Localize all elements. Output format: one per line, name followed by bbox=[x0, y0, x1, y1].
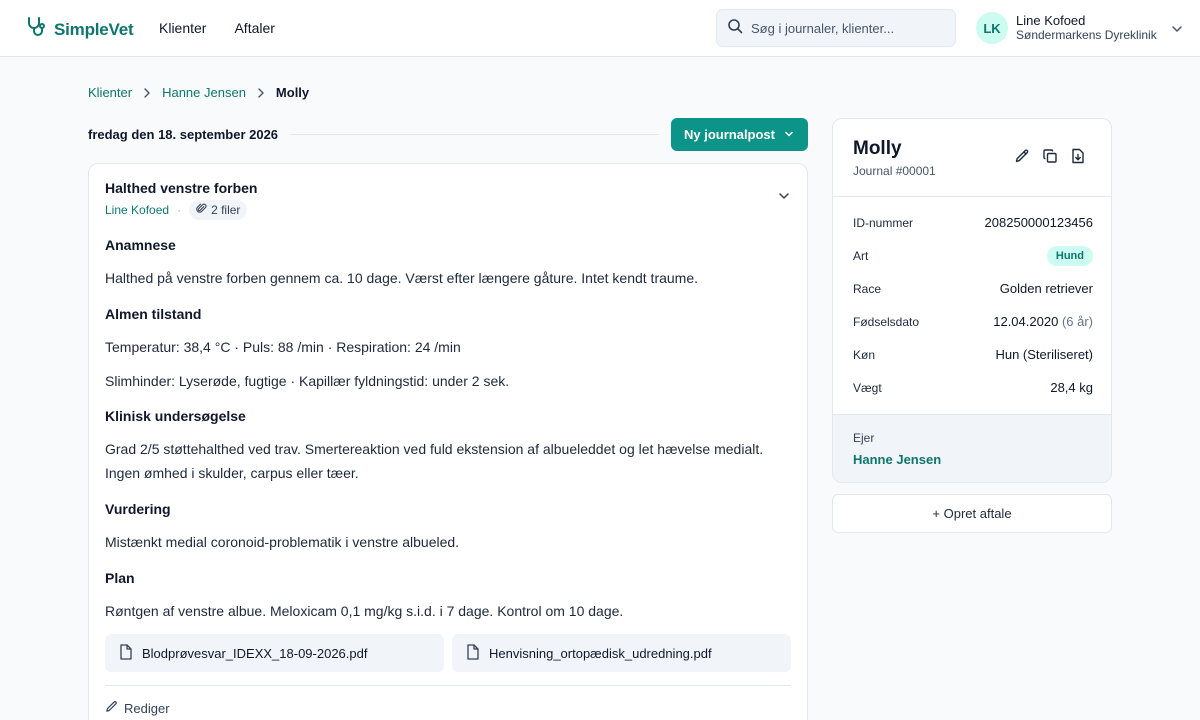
section-heading-anamnese: Anamnese bbox=[105, 237, 176, 253]
user-info: Line Kofoed Søndermarkens Dyreklinik bbox=[1016, 13, 1157, 43]
section-text-mucosa: Slimhinder: Lyserøde, fugtige · Kapillær… bbox=[105, 373, 510, 389]
app-name: SimpleVet bbox=[54, 19, 134, 39]
entry-author[interactable]: Line Kofoed bbox=[105, 203, 169, 217]
patient-journal-number: Journal #00001 bbox=[853, 164, 936, 178]
field-label: Art bbox=[853, 249, 869, 263]
user-menu[interactable]: LK Line Kofoed Søndermarkens Dyreklinik bbox=[976, 12, 1183, 44]
owner-link[interactable]: Hanne Jensen bbox=[853, 452, 941, 467]
search-box[interactable] bbox=[716, 9, 956, 47]
new-journal-entry-label: Ny journalpost bbox=[683, 127, 775, 142]
chevron-right-icon bbox=[142, 87, 152, 98]
field-breed: Race Golden retriever bbox=[853, 281, 1093, 296]
section-text-anamnese: Halthed på venstre forben gennem ca. 10 … bbox=[105, 270, 699, 286]
app-logo[interactable]: SimpleVet bbox=[26, 16, 134, 43]
main-nav: Klienter Aftaler bbox=[159, 20, 275, 36]
birthdate-value: 12.04.2020 bbox=[993, 314, 1059, 329]
field-value: Golden retriever bbox=[999, 281, 1093, 296]
edit-patient-button[interactable] bbox=[1014, 148, 1030, 164]
nav-item-aftaler[interactable]: Aftaler bbox=[234, 20, 274, 36]
file-icon bbox=[119, 643, 133, 663]
section-heading-almen-tilstand: Almen tilstand bbox=[105, 306, 202, 322]
patient-actions bbox=[1014, 148, 1086, 164]
patient-name: Molly bbox=[853, 138, 902, 159]
owner-section: Ejer Hanne Jensen bbox=[833, 414, 1111, 482]
field-value: 28,4 kg bbox=[1050, 380, 1093, 395]
journal-date: fredag den 18. september 2026 bbox=[88, 127, 279, 142]
chevron-down-icon[interactable] bbox=[1171, 22, 1183, 34]
field-value: Hun (Steriliseret) bbox=[995, 347, 1093, 362]
date-divider bbox=[290, 134, 659, 135]
nav-item-klienter[interactable]: Klienter bbox=[159, 20, 206, 36]
files-count: 2 filer bbox=[211, 203, 241, 217]
age-value: (6 år) bbox=[1061, 314, 1093, 329]
section-text-plan: Røntgen af venstre albue. Meloxicam 0,1 … bbox=[105, 603, 624, 619]
pencil-icon bbox=[1014, 148, 1030, 164]
field-label: Fødselsdato bbox=[853, 314, 920, 329]
field-label: ID-nummer bbox=[853, 215, 914, 230]
chevron-right-icon bbox=[256, 87, 266, 98]
breadcrumb-current: Molly bbox=[275, 85, 310, 100]
avatar: LK bbox=[976, 12, 1008, 44]
paperclip-icon bbox=[196, 203, 207, 217]
files-badge[interactable]: 2 filer bbox=[189, 200, 248, 220]
patient-card-divider bbox=[833, 196, 1111, 197]
attachment-referral[interactable]: Henvisning_ortopædisk_udredning.pdf bbox=[452, 634, 791, 672]
copy-patient-button[interactable] bbox=[1042, 148, 1058, 164]
collapse-entry-button[interactable] bbox=[777, 190, 791, 204]
breadcrumb: Klienter Hanne Jensen Molly bbox=[88, 85, 309, 100]
download-icon bbox=[1070, 148, 1086, 164]
user-name: Line Kofoed bbox=[1016, 13, 1086, 28]
attachment-name: Blodprøvesvar_IDEXX_18-09-2026.pdf bbox=[142, 645, 368, 661]
section-text-vurdering: Mistænkt medial coronoid-problematik i v… bbox=[105, 534, 460, 550]
field-label: Race bbox=[853, 281, 882, 296]
search-icon bbox=[727, 18, 743, 39]
section-heading-vurdering: Vurdering bbox=[105, 501, 171, 517]
field-value: 208250000123456 bbox=[984, 215, 1093, 230]
search-input[interactable] bbox=[751, 20, 941, 36]
section-text-vitals: Temperatur: 38,4 °C · Puls: 88 /min · Re… bbox=[105, 339, 461, 355]
chevron-down-icon bbox=[784, 127, 794, 142]
section-text-klinisk: Grad 2/5 støttehalthed ved trav. Smerter… bbox=[105, 441, 764, 481]
breadcrumb-klienter[interactable]: Klienter bbox=[88, 85, 132, 100]
create-appointment-button[interactable]: + Opret aftale bbox=[832, 494, 1112, 533]
owner-label: Ejer bbox=[853, 431, 875, 445]
journal-date-row: fredag den 18. september 2026 Ny journal… bbox=[88, 118, 808, 151]
field-label: Køn bbox=[853, 347, 876, 362]
edit-entry-button[interactable]: Rediger bbox=[105, 700, 170, 716]
breadcrumb-owner[interactable]: Hanne Jensen bbox=[162, 85, 246, 100]
top-bar: SimpleVet Klienter Aftaler LK Line Kofoe… bbox=[0, 0, 1200, 57]
card-divider bbox=[105, 685, 791, 686]
chevron-down-icon bbox=[778, 190, 790, 205]
pencil-icon bbox=[105, 700, 118, 716]
stethoscope-icon bbox=[26, 16, 46, 43]
edit-entry-label: Rediger bbox=[124, 700, 170, 716]
field-value: 12.04.2020 (6 år) bbox=[993, 314, 1093, 329]
download-patient-button[interactable] bbox=[1070, 148, 1086, 164]
entry-meta: Line Kofoed · 2 filer bbox=[105, 200, 248, 220]
user-clinic: Søndermarkens Dyreklinik bbox=[1016, 28, 1157, 42]
section-heading-klinisk: Klinisk undersøgelse bbox=[105, 408, 246, 424]
copy-icon bbox=[1042, 148, 1058, 164]
new-journal-entry-button[interactable]: Ny journalpost bbox=[670, 118, 808, 151]
field-sex: Køn Hun (Steriliseret) bbox=[853, 347, 1093, 362]
journal-entry-card: Halthed venstre forben Line Kofoed · 2 f… bbox=[88, 163, 808, 720]
meta-separator: · bbox=[177, 203, 182, 217]
file-icon bbox=[466, 643, 480, 663]
attachment-bloodwork[interactable]: Blodprøvesvar_IDEXX_18-09-2026.pdf bbox=[105, 634, 444, 672]
species-badge: Hund bbox=[1046, 246, 1093, 266]
field-label: Vægt bbox=[853, 380, 882, 395]
field-species: Art Hund bbox=[853, 246, 1093, 266]
attachment-name: Henvisning_ortopædisk_udredning.pdf bbox=[489, 645, 712, 661]
field-birthdate: Fødselsdato 12.04.2020 (6 år) bbox=[853, 314, 1093, 329]
field-weight: Vægt 28,4 kg bbox=[853, 380, 1093, 395]
patient-card: Molly Journal #00001 ID-nummer 208250000… bbox=[832, 118, 1112, 483]
entry-title: Halthed venstre forben bbox=[105, 180, 258, 196]
section-heading-plan: Plan bbox=[105, 570, 135, 586]
field-id: ID-nummer 208250000123456 bbox=[853, 215, 1093, 230]
